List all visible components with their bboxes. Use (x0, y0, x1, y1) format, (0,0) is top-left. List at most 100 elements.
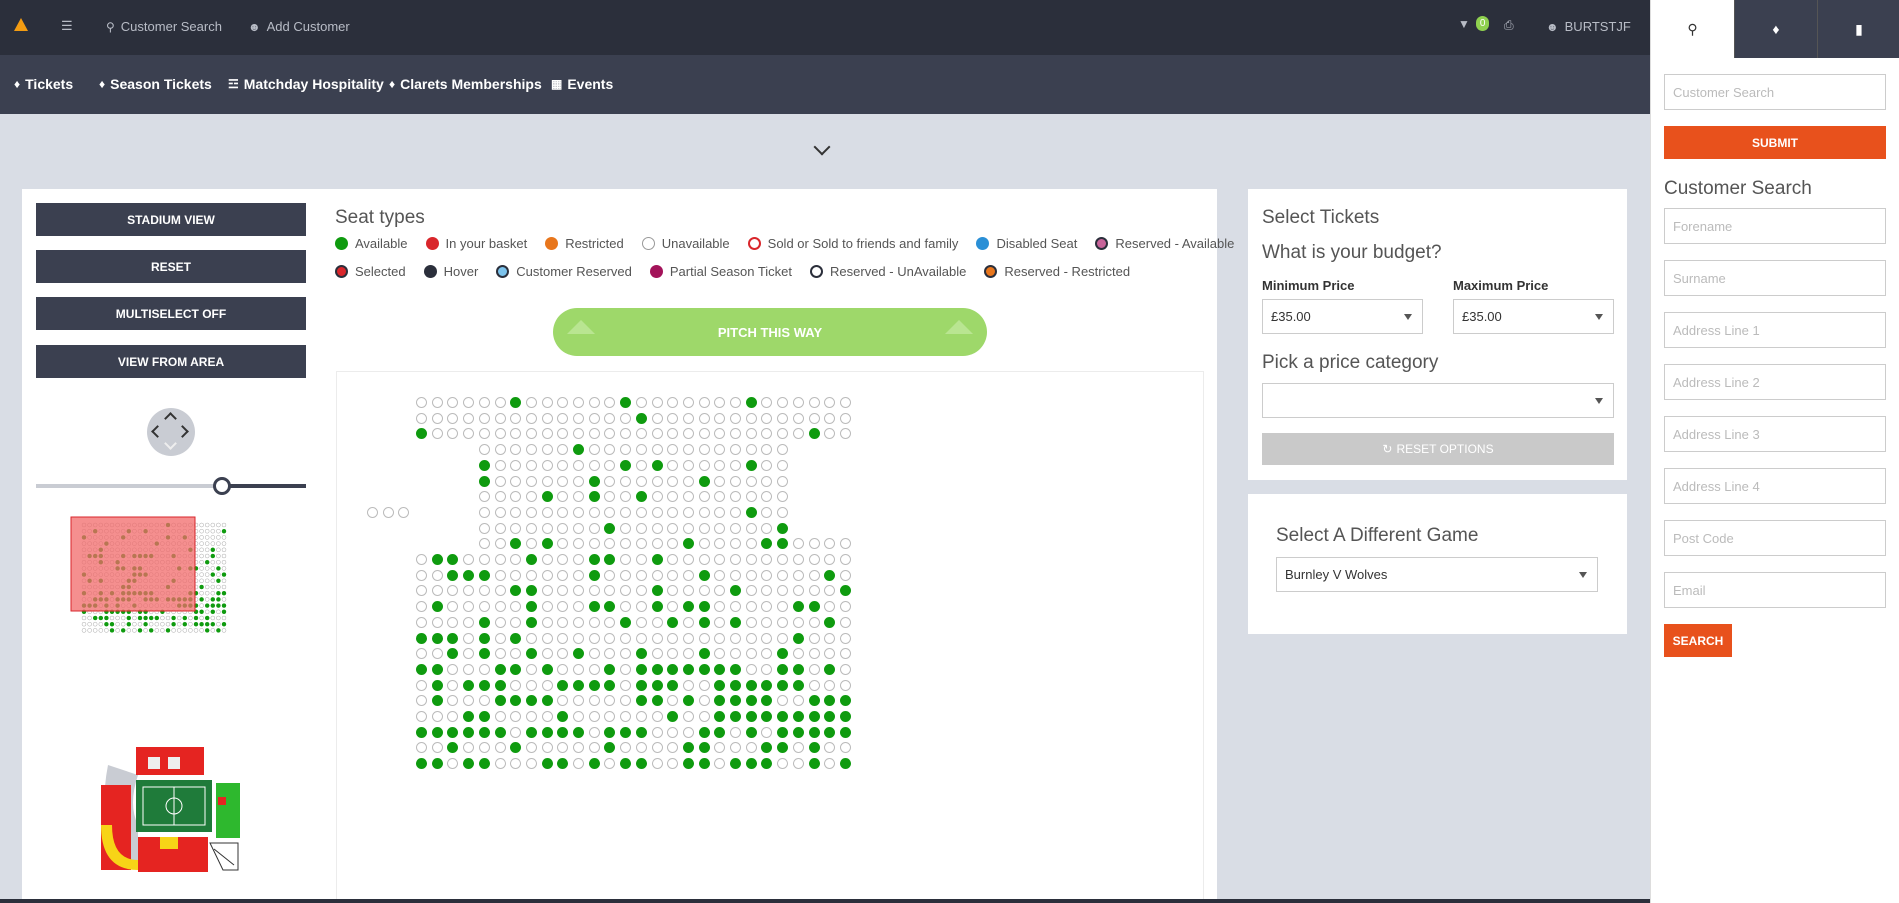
seat[interactable] (620, 616, 632, 628)
reset-options-button[interactable]: ↻ RESET OPTIONS (1262, 433, 1614, 465)
seat[interactable] (839, 569, 851, 581)
seat[interactable] (604, 585, 616, 597)
seat[interactable] (416, 554, 427, 565)
seat[interactable] (698, 522, 710, 534)
seat[interactable] (557, 397, 569, 408)
seat[interactable] (824, 742, 836, 754)
seat[interactable] (714, 601, 726, 613)
seat[interactable] (416, 616, 427, 628)
seat[interactable] (792, 585, 804, 597)
seat[interactable] (494, 711, 506, 722)
seat[interactable] (604, 632, 616, 644)
seat[interactable] (667, 601, 679, 613)
seat[interactable] (714, 491, 726, 503)
seat[interactable] (447, 616, 459, 628)
seat[interactable] (478, 475, 490, 487)
seat[interactable] (478, 616, 490, 628)
seat[interactable] (541, 428, 553, 440)
block-minimap[interactable] (70, 515, 232, 642)
seat[interactable] (478, 726, 490, 738)
seat[interactable] (635, 742, 647, 754)
seat[interactable] (635, 459, 647, 471)
seat[interactable] (761, 632, 773, 644)
seat[interactable] (698, 758, 710, 770)
seat[interactable] (478, 648, 490, 660)
seat[interactable] (714, 695, 726, 707)
seat[interactable] (777, 648, 789, 660)
seat[interactable] (761, 522, 773, 534)
seat[interactable] (431, 679, 443, 691)
seat[interactable] (510, 632, 522, 644)
seat[interactable] (604, 742, 616, 754)
seat[interactable] (557, 663, 569, 675)
seat[interactable] (667, 522, 679, 534)
seat[interactable] (682, 663, 694, 675)
seat[interactable] (651, 742, 663, 754)
seat[interactable] (682, 726, 694, 738)
seat[interactable] (730, 569, 741, 581)
seat[interactable] (573, 569, 584, 581)
seat[interactable] (839, 554, 851, 565)
seat[interactable] (604, 679, 616, 691)
seat[interactable] (839, 632, 851, 644)
seat[interactable] (478, 679, 490, 691)
game-select[interactable]: Burnley V Wolves (1276, 557, 1598, 592)
seat[interactable] (447, 632, 459, 644)
seat[interactable] (541, 632, 553, 644)
seat[interactable] (620, 679, 632, 691)
seat[interactable] (777, 538, 789, 550)
seat[interactable] (588, 726, 600, 738)
forename-field[interactable]: Forename (1664, 208, 1886, 244)
seat[interactable] (604, 726, 616, 738)
seat[interactable] (525, 412, 537, 424)
seat[interactable] (667, 475, 679, 487)
address-line-1-field[interactable]: Address Line 1 (1664, 312, 1886, 348)
seat[interactable] (478, 491, 490, 503)
seat[interactable] (463, 554, 475, 565)
seat[interactable] (431, 601, 443, 613)
seat[interactable] (510, 412, 522, 424)
seat[interactable] (824, 711, 836, 722)
seat[interactable] (573, 475, 584, 487)
seat[interactable] (557, 428, 569, 440)
seat[interactable] (745, 569, 757, 581)
seat[interactable] (525, 397, 537, 408)
seat[interactable] (698, 632, 710, 644)
seat[interactable] (761, 758, 773, 770)
seat[interactable] (667, 459, 679, 471)
seat[interactable] (588, 444, 600, 456)
seat[interactable] (494, 601, 506, 613)
seat[interactable] (447, 679, 459, 691)
seat[interactable] (714, 758, 726, 770)
seat[interactable] (682, 475, 694, 487)
seat[interactable] (824, 726, 836, 738)
seat[interactable] (557, 726, 569, 738)
seat[interactable] (510, 695, 522, 707)
seat[interactable] (494, 663, 506, 675)
seat[interactable] (824, 585, 836, 597)
seat[interactable] (730, 412, 741, 424)
seat[interactable] (398, 506, 410, 518)
seat[interactable] (431, 742, 443, 754)
seat[interactable] (698, 491, 710, 503)
seat[interactable] (431, 726, 443, 738)
seat[interactable] (651, 554, 663, 565)
seat[interactable] (463, 648, 475, 660)
seat[interactable] (416, 679, 427, 691)
seat[interactable] (761, 585, 773, 597)
seat[interactable] (651, 475, 663, 487)
seat[interactable] (557, 742, 569, 754)
seat[interactable] (588, 412, 600, 424)
nav-tickets[interactable]: ♦ Tickets (14, 76, 73, 92)
seat[interactable] (698, 428, 710, 440)
seat[interactable] (635, 538, 647, 550)
seat[interactable] (777, 616, 789, 628)
seat[interactable] (573, 742, 584, 754)
seat[interactable] (824, 616, 836, 628)
seat[interactable] (620, 491, 632, 503)
seat[interactable] (463, 663, 475, 675)
seat[interactable] (604, 491, 616, 503)
seat[interactable] (730, 491, 741, 503)
seat[interactable] (682, 711, 694, 722)
seat[interactable] (761, 679, 773, 691)
